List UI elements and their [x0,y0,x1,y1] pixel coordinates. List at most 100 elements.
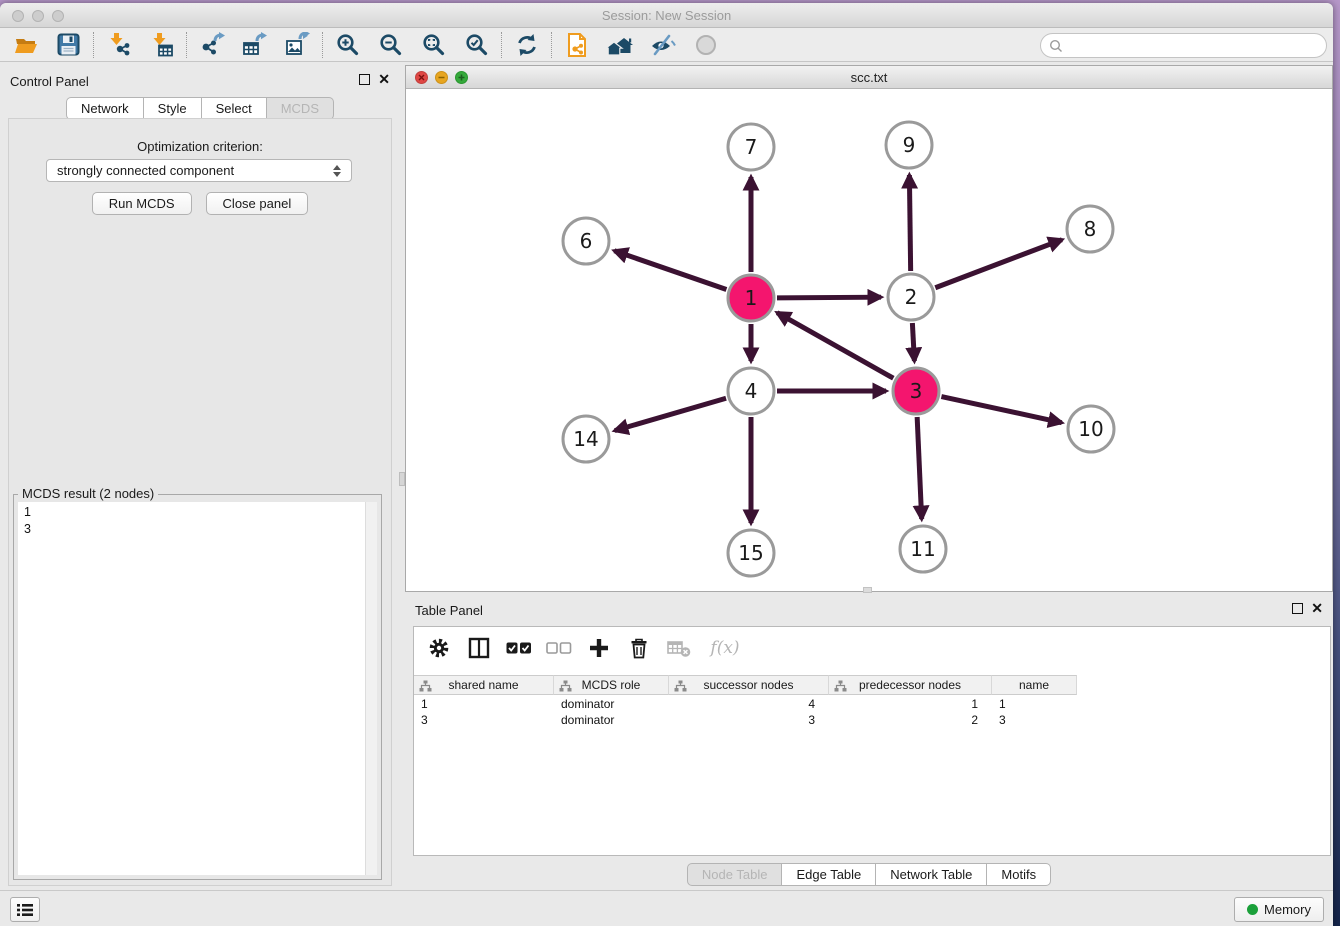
network-graph: 1234678910111415 [406,89,1332,591]
graph-edge-1-6[interactable] [614,251,726,290]
settings-gear-icon[interactable] [426,635,452,661]
search-input[interactable] [1068,36,1326,56]
zoom-fit-icon[interactable] [412,30,455,60]
delete-table-icon[interactable] [666,635,692,661]
result-scrollbar[interactable] [365,502,377,875]
graph-edge-3-1[interactable] [777,313,893,379]
table-row[interactable]: 1dominator411 [414,696,1330,712]
function-builder-icon[interactable]: f(x) [706,635,744,661]
graph-edge-4-14[interactable] [615,398,726,430]
cell-predecessor-nodes[interactable]: 2 [829,712,992,728]
toolbar-separator [322,32,323,58]
graph-node-label-9: 9 [903,133,916,157]
memory-status-icon [1247,904,1258,915]
memory-button[interactable]: Memory [1234,897,1324,922]
tab-motifs[interactable]: Motifs [987,863,1051,886]
network-window-titlebar: scc.txt [406,66,1332,89]
zoom-in-icon[interactable] [326,30,369,60]
first-neighbors-icon[interactable] [598,30,641,60]
selected-option: strongly connected component [57,163,234,178]
show-all-icon[interactable] [684,30,727,60]
column-header-shared-name[interactable]: shared name [414,675,554,695]
split-view-icon[interactable] [466,635,492,661]
node-table: f(x) shared nameMCDS rolesuccessor nodes… [413,626,1331,856]
column-header-name[interactable]: name [992,675,1077,695]
window-titlebar: Session: New Session [0,3,1333,28]
delete-row-icon[interactable] [626,635,652,661]
float-panel-icon[interactable] [359,74,370,85]
column-header-predecessor-nodes[interactable]: predecessor nodes [829,675,992,695]
optimization-criterion-label: Optimization criterion: [9,139,391,154]
save-session-icon[interactable] [47,30,90,60]
graph-node-label-15: 15 [738,541,763,565]
mcds-result-group: MCDS result (2 nodes) 1 3 [13,494,382,880]
graph-edge-2-3[interactable] [912,323,914,361]
column-header-successor-nodes[interactable]: successor nodes [669,675,829,695]
mcds-result-text[interactable]: 1 3 [18,502,377,875]
select-stepper-icon [333,165,341,177]
cell-shared-name[interactable]: 3 [414,712,554,728]
table-header-row: shared nameMCDS rolesuccessor nodesprede… [414,675,1077,695]
table-panel-title: Table Panel [415,603,483,618]
network-canvas[interactable]: 1234678910111415 [406,89,1332,591]
tab-mcds[interactable]: MCDS [267,97,334,120]
open-session-icon[interactable] [4,30,47,60]
tab-style[interactable]: Style [144,97,202,120]
deselect-all-icon[interactable] [546,635,572,661]
graph-edge-1-2[interactable] [777,297,881,298]
export-network-icon[interactable] [190,30,233,60]
zoom-out-icon[interactable] [369,30,412,60]
column-header-mcds-role[interactable]: MCDS role [554,675,669,695]
select-all-icon[interactable] [506,635,532,661]
hide-selected-icon[interactable] [641,30,684,60]
graph-edge-3-11[interactable] [917,417,922,519]
window-title: Session: New Session [0,8,1333,23]
zoom-selected-icon[interactable] [455,30,498,60]
task-history-button[interactable] [10,897,40,922]
cell-mcds-role[interactable]: dominator [554,712,669,728]
table-splitter-handle[interactable] [863,587,872,593]
cell-predecessor-nodes[interactable]: 1 [829,696,992,712]
cell-name[interactable]: 1 [992,696,1077,712]
cell-shared-name[interactable]: 1 [414,696,554,712]
tab-select[interactable]: Select [202,97,267,120]
tab-node-table[interactable]: Node Table [687,863,783,886]
control-panel: Control Panel ✕ NetworkStyleSelectMCDS O… [0,62,400,890]
import-network-icon[interactable] [97,30,140,60]
add-row-icon[interactable] [586,635,612,661]
app-window: Session: New Session [0,3,1333,926]
tab-network-table[interactable]: Network Table [876,863,987,886]
tab-network[interactable]: Network [66,97,144,120]
float-table-panel-icon[interactable] [1292,603,1303,614]
cell-successor-nodes[interactable]: 4 [669,696,829,712]
main-toolbar [0,28,1333,62]
export-table-icon[interactable] [233,30,276,60]
close-panel-button[interactable]: Close panel [206,192,309,215]
export-image-icon[interactable] [276,30,319,60]
clone-network-icon[interactable] [555,30,598,60]
cell-name[interactable]: 3 [992,712,1077,728]
refresh-layout-icon[interactable] [505,30,548,60]
close-panel-icon[interactable]: ✕ [378,74,390,85]
control-panel-title: Control Panel [10,74,89,89]
table-row[interactable]: 3dominator323 [414,712,1330,728]
tab-edge-table[interactable]: Edge Table [782,863,876,886]
task-list-icon [17,903,33,917]
graph-node-label-8: 8 [1084,217,1097,241]
cell-mcds-role[interactable]: dominator [554,696,669,712]
table-panel-tabs: Node TableEdge TableNetwork TableMotifs [687,863,1051,886]
close-table-panel-icon[interactable]: ✕ [1311,603,1323,614]
import-table-icon[interactable] [140,30,183,60]
graph-edge-2-9[interactable] [909,175,910,271]
graph-edge-3-10[interactable] [941,397,1061,423]
graph-edge-2-8[interactable] [935,240,1062,288]
panel-splitter-handle[interactable] [399,472,405,486]
table-rows: 1dominator4113dominator323 [414,696,1330,728]
run-mcds-button[interactable]: Run MCDS [92,192,192,215]
cell-successor-nodes[interactable]: 3 [669,712,829,728]
graph-node-label-2: 2 [905,285,918,309]
mcds-result-title: MCDS result (2 nodes) [18,486,158,501]
optimization-criterion-select[interactable]: strongly connected component [46,159,352,182]
graph-node-label-3: 3 [910,379,923,403]
table-panel: Table Panel ✕ [405,595,1333,890]
